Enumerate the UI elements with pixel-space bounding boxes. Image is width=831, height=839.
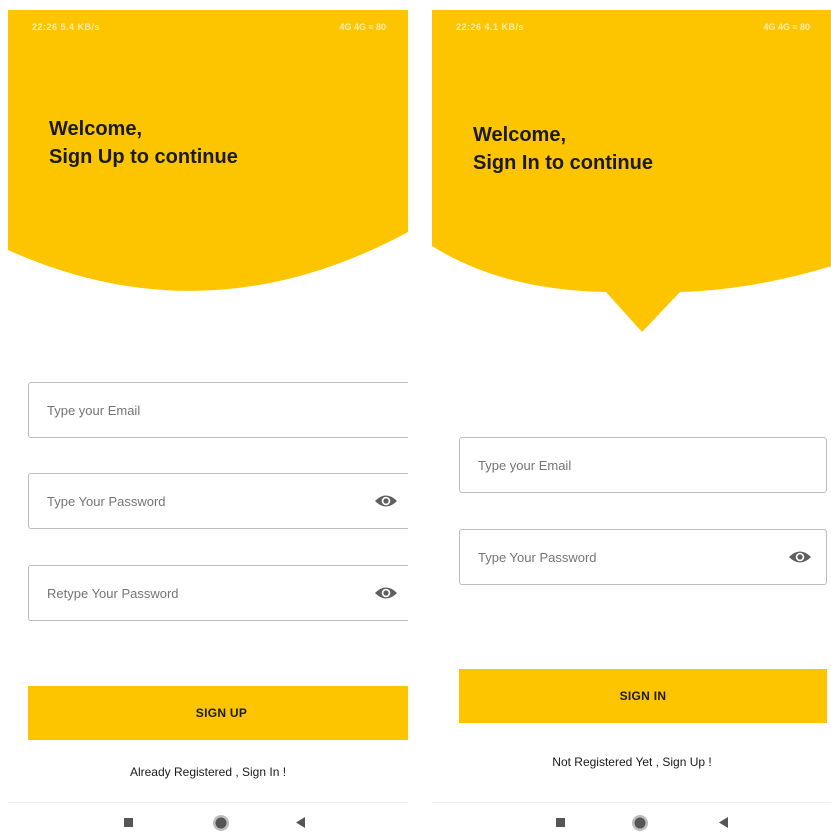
welcome-heading: Welcome, Sign Up to continue (49, 115, 238, 171)
email-input[interactable] (478, 438, 778, 492)
welcome-line-1: Welcome, (49, 118, 142, 140)
welcome-line-2: Sign Up to continue (49, 146, 238, 168)
sign-up-button[interactable]: SIGN UP (28, 686, 408, 740)
welcome-line-1: Welcome, (473, 124, 566, 146)
password-input[interactable] (47, 474, 347, 528)
status-signal-battery: 4G 4G ≈ 80 (763, 22, 810, 32)
sign-up-link[interactable]: Not Registered Yet , Sign Up ! (432, 755, 831, 769)
email-field[interactable] (28, 382, 408, 438)
status-bar: 22:26 4.1 KB/s 4G 4G ≈ 80 (432, 10, 831, 50)
email-input[interactable] (47, 383, 347, 437)
square-icon[interactable] (551, 813, 571, 833)
circle-icon[interactable] (630, 813, 650, 833)
password-field[interactable] (28, 473, 408, 529)
status-signal-battery: 4G 4G ≈ 80 (339, 22, 386, 32)
status-bar: 22:26 5.4 KB/s 4G 4G ≈ 80 (8, 10, 408, 50)
password-input[interactable] (478, 530, 778, 584)
sign-in-button[interactable]: SIGN IN (459, 669, 827, 723)
triangle-back-icon[interactable] (714, 813, 734, 833)
password-field[interactable] (459, 529, 827, 585)
eye-icon[interactable] (788, 547, 812, 567)
retype-password-field[interactable] (28, 565, 408, 621)
eye-icon[interactable] (374, 583, 398, 603)
status-time-speed: 22:26 4.1 KB/s (456, 22, 525, 32)
email-field[interactable] (459, 437, 827, 493)
system-nav-bar (432, 802, 831, 839)
welcome-line-2: Sign In to continue (473, 152, 653, 174)
app-stage: 22:26 5.4 KB/s 4G 4G ≈ 80 Welcome, Sign … (0, 0, 831, 839)
signup-header-background (8, 10, 408, 291)
circle-icon[interactable] (211, 813, 231, 833)
sign-in-link[interactable]: Already Registered , Sign In ! (8, 765, 408, 779)
triangle-back-icon[interactable] (291, 813, 311, 833)
welcome-heading: Welcome, Sign In to continue (473, 121, 653, 177)
signin-screen: 22:26 4.1 KB/s 4G 4G ≈ 80 Welcome, Sign … (432, 10, 831, 839)
signup-screen: 22:26 5.4 KB/s 4G 4G ≈ 80 Welcome, Sign … (8, 10, 408, 839)
eye-icon[interactable] (374, 491, 398, 511)
retype-password-input[interactable] (47, 566, 347, 620)
system-nav-bar (8, 802, 408, 839)
square-icon[interactable] (119, 813, 139, 833)
signin-header-background (432, 10, 831, 332)
status-time-speed: 22:26 5.4 KB/s (32, 22, 101, 32)
